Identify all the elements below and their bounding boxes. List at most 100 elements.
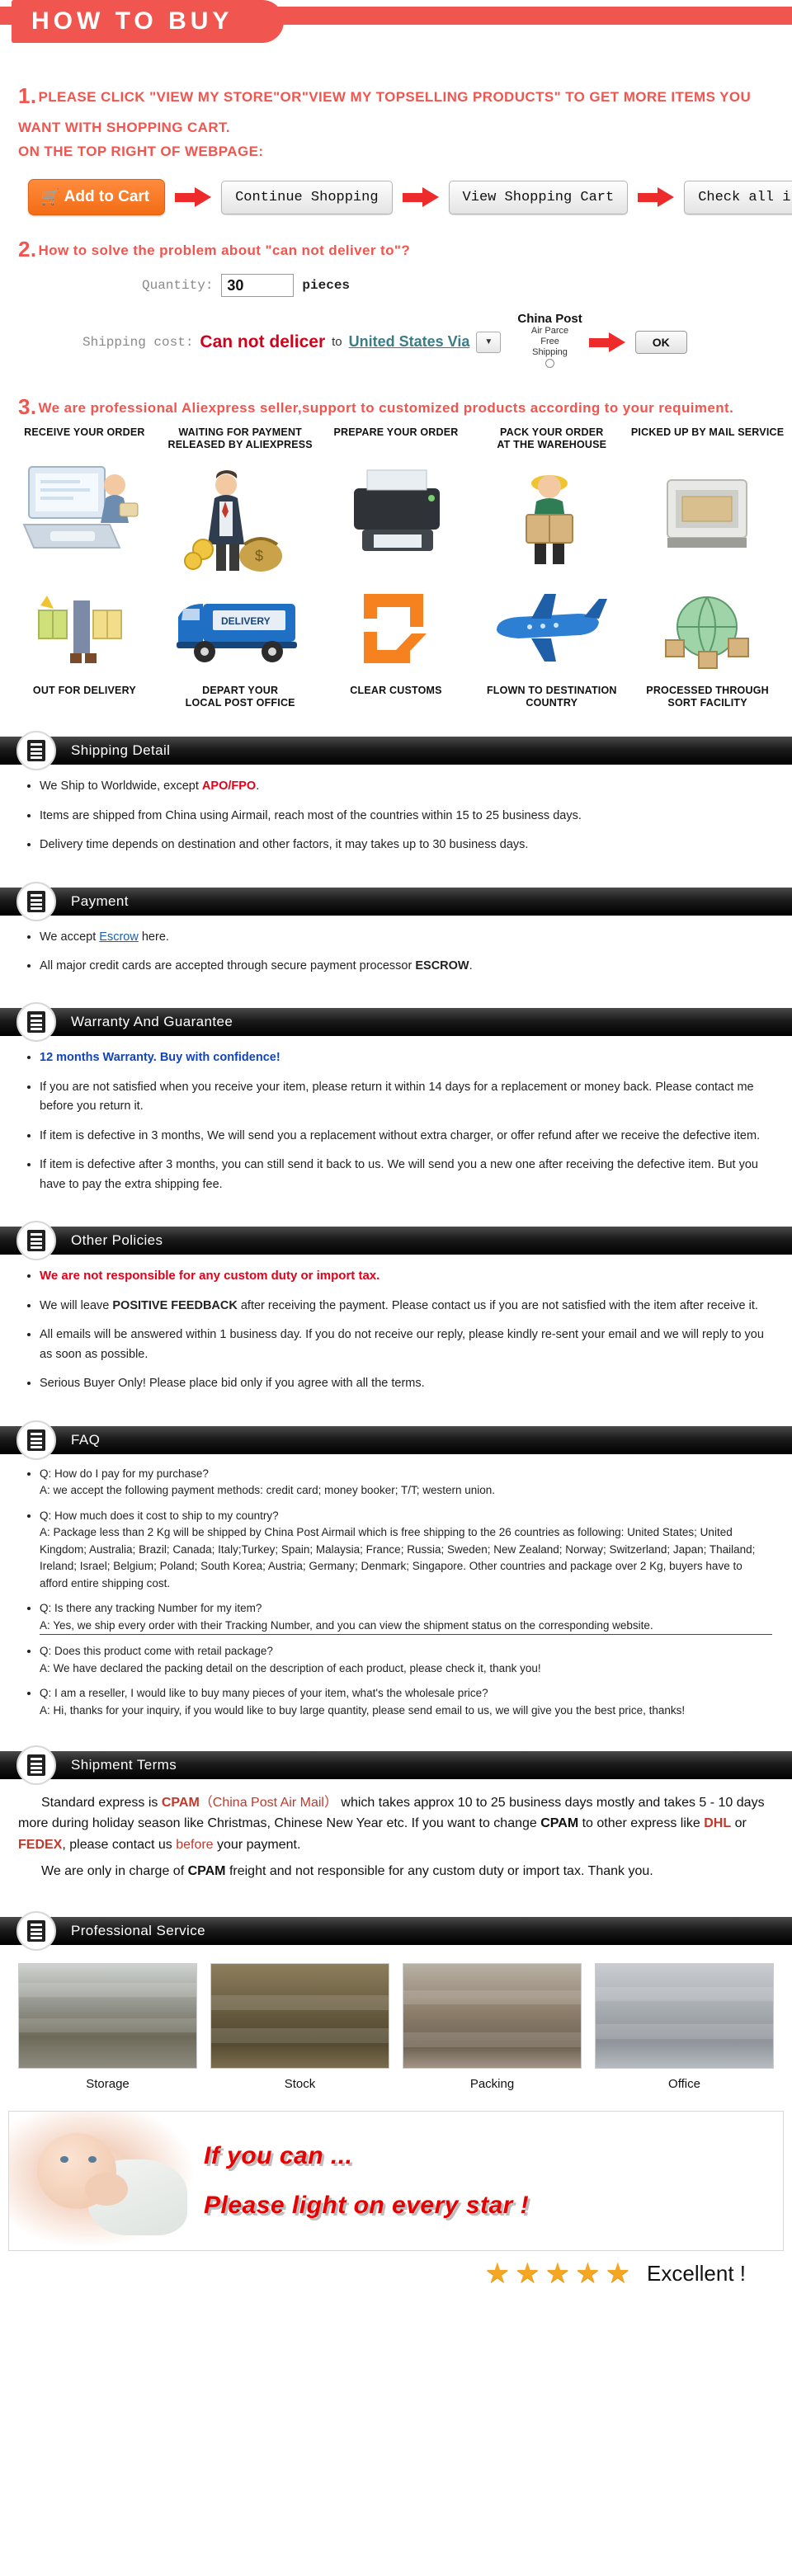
faq-item: Q: Does this product come with retail pa…	[40, 1643, 772, 1677]
photo-cell-packing: Packing	[403, 1963, 582, 2091]
st-p2b: freight and not responsible for any cust…	[225, 1864, 653, 1879]
section-header-warranty-and-guarantee: Warranty And Guarantee	[0, 1002, 792, 1043]
section-title: Shipment Terms	[71, 1756, 177, 1773]
shipment-terms-paragraph-1: Standard express is CPAM（China Post Air …	[18, 1792, 774, 1857]
list-item: All major credit cards are accepted thro…	[40, 956, 772, 976]
delivery-truck-icon: DELIVERY	[163, 581, 318, 680]
section-title: Other Policies	[71, 1232, 163, 1249]
arrow-right-icon-3	[638, 187, 675, 207]
section-header-payment: Payment	[0, 881, 792, 921]
flow-caption: FLOWN TO DESTINATION COUNTRY	[486, 684, 617, 709]
flow-caption: PICKED UP BY MAIL SERVICE	[630, 426, 785, 438]
faq-question: Q: How do I pay for my purchase?	[40, 1467, 209, 1480]
other-policies-body: We are not responsible for any custom du…	[0, 1255, 792, 1407]
globe-parcels-icon	[629, 581, 785, 680]
faq-answer: A: Package less than 2 Kg will be shippe…	[40, 1526, 756, 1589]
emphasis-text: ESCROW	[415, 959, 469, 972]
text: Items are shipped from China using Airma…	[40, 808, 582, 822]
faq-item: Q: I am a reseller, I would like to buy …	[40, 1685, 772, 1719]
flow-caption: OUT FOR DELIVERY	[32, 684, 136, 696]
list-item: We Ship to Worldwide, except APO/FPO.	[40, 776, 772, 796]
check-all-items-button[interactable]: Check all items	[684, 180, 792, 214]
feedback-banner: If you can ... Please light on every sta…	[8, 2111, 784, 2252]
worker-box-icon	[474, 452, 629, 576]
text: We will leave	[40, 1298, 113, 1312]
emphasis-text: POSITIVE FEEDBACK	[112, 1298, 238, 1312]
continue-shopping-button[interactable]: Continue Shopping	[221, 180, 393, 214]
list-item: Serious Buyer Only! Please place bid onl…	[40, 1373, 772, 1393]
quantity-input[interactable]: 30	[221, 274, 295, 297]
text: .	[256, 779, 260, 794]
photo-cell-office: Office	[595, 1963, 774, 2091]
add-to-cart-label: Add to Cart	[64, 188, 150, 205]
section-header-shipment-terms: Shipment Terms	[0, 1745, 792, 1785]
st-cpam-expand: （China Post Air Mail）	[199, 1795, 337, 1810]
star-icon[interactable]: ★	[485, 2259, 510, 2287]
flow-step-waiting-payment: WAITING FOR PAYMENT RELEASED BY ALIEXPRE…	[163, 426, 318, 576]
shipping-cost-label: Shipping cost:	[82, 334, 194, 350]
document-icon	[16, 881, 56, 921]
st-p2-cpam: CPAM	[187, 1864, 226, 1879]
step-1-number: 1.	[18, 83, 37, 108]
step-3-heading: 3. We are professional Aliexpress seller,…	[18, 394, 774, 420]
add-to-cart-button[interactable]: 🛒 Add to Cart	[28, 179, 166, 215]
step-2: 2. How to solve the problem about "can no…	[18, 237, 774, 373]
payment-body: We accept Escrow here. All major credit c…	[0, 916, 792, 991]
step-3-number: 3.	[18, 393, 37, 419]
section-header-shipping-detail: Shipping Detail	[0, 731, 792, 771]
star-icon[interactable]: ★	[545, 2259, 570, 2287]
flow-step-pack-order: PACK YOUR ORDER AT THE WAREHOUSE	[474, 426, 629, 576]
list-item: 12 months Warranty. Buy with confidence!	[40, 1048, 772, 1067]
text: Delivery time depends on destination and…	[40, 838, 529, 852]
section-title: Warranty And Guarantee	[71, 1014, 233, 1030]
photo-cell-stock: Stock	[210, 1963, 389, 2091]
shipment-terms-paragraph-2: We are only in charge of CPAM freight an…	[18, 1861, 774, 1882]
st-dhl: DHL	[704, 1816, 732, 1831]
flow-caption: WAITING FOR PAYMENT RELEASED BY ALIEXPRE…	[167, 426, 313, 451]
airplane-icon	[474, 581, 629, 680]
bullet-list: We Ship to Worldwide, except APO/FPO. Ite…	[20, 776, 772, 855]
flow-step-sort-facility: PROCESSED THROUGH SORT FACILITY	[629, 581, 785, 710]
policy-headline: We are not responsible for any custom du…	[40, 1269, 380, 1283]
banner-text-block: If you can ... Please light on every sta…	[199, 2142, 783, 2220]
flow-step-flown-to-destination: FLOWN TO DESTINATION COUNTRY	[474, 581, 629, 710]
step-1-text-1: PLEASE CLICK "VIEW MY STORE"OR"VIEW MY T…	[18, 89, 752, 135]
ok-button[interactable]: OK	[634, 330, 687, 354]
st-p1f: your payment.	[213, 1838, 301, 1853]
step-1-line-1: 1. PLEASE CLICK "VIEW MY STORE"OR"VIEW MY…	[18, 78, 774, 139]
bullet-list: We accept Escrow here. All major credit c…	[20, 927, 772, 977]
section-header-professional-service: Professional Service	[0, 1911, 792, 1952]
star-icon[interactable]: ★	[575, 2259, 600, 2287]
faq-item: Q: How much does it cost to ship to my c…	[40, 1508, 772, 1593]
st-fedex: FEDEX	[18, 1838, 63, 1853]
section-title: FAQ	[71, 1431, 101, 1448]
quantity-units-label: pieces	[302, 278, 351, 293]
shipping-country-link[interactable]: United States Via	[349, 333, 470, 351]
text: All major credit cards are accepted thro…	[40, 959, 416, 972]
flow-caption: PREPARE YOUR ORDER	[333, 426, 459, 438]
section-title: Shipping Detail	[71, 742, 171, 759]
warranty-headline: 12 months Warranty. Buy with confidence!	[40, 1051, 280, 1065]
star-icon[interactable]: ★	[515, 2259, 540, 2287]
warranty-and-guarantee-body: 12 months Warranty. Buy with confidence!…	[0, 1036, 792, 1208]
china-post-line-4: Shipping	[532, 346, 568, 357]
radio-icon[interactable]	[545, 359, 555, 369]
page-title: HOW TO BUY	[31, 7, 233, 35]
shipping-to-label: to	[332, 335, 342, 350]
star-rating-row: ★ ★ ★ ★ ★ Excellent !	[0, 2251, 792, 2299]
text: All emails will be answered within 1 bus…	[40, 1328, 764, 1361]
svg-text:$: $	[255, 548, 263, 564]
list-item: We will leave POSITIVE FEEDBACK after re…	[40, 1296, 772, 1316]
faq-list: Q: How do I pay for my purchase? A: we ac…	[20, 1466, 772, 1720]
china-post-line-3: Free	[540, 336, 559, 346]
customs-stamp-icon	[318, 581, 474, 680]
china-post-line-2: Air Parce	[530, 326, 569, 337]
star-icon[interactable]: ★	[606, 2259, 630, 2287]
flow-caption: PACK YOUR ORDER AT THE WAREHOUSE	[497, 426, 607, 451]
step-2-heading-text: How to solve the problem about "can not …	[38, 243, 411, 258]
view-shopping-cart-button[interactable]: View Shopping Cart	[448, 180, 629, 214]
packing-worker-photo	[403, 1963, 582, 2070]
text: We accept	[40, 930, 100, 944]
chevron-down-icon[interactable]: ▼	[476, 331, 502, 353]
escrow-link[interactable]: Escrow	[99, 930, 139, 944]
